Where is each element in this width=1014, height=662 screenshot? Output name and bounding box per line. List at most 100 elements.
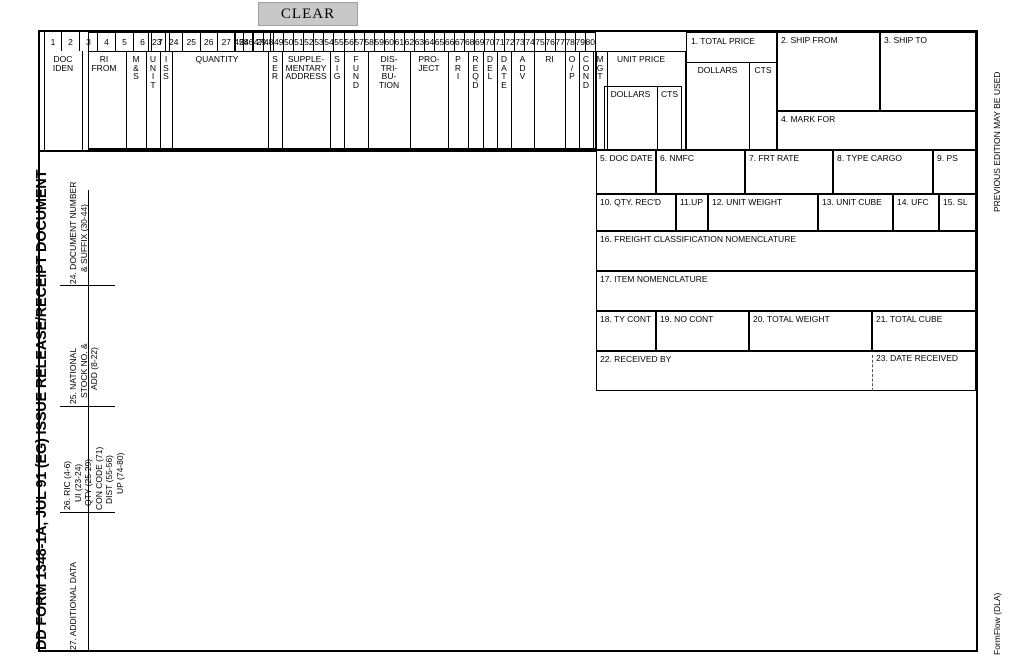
mark-for-box[interactable]: 4. MARK FOR <box>777 111 976 150</box>
card-col-60: 60 <box>385 32 395 51</box>
received-by-label: 22. RECEIVED BY <box>600 354 672 364</box>
total-cube-label: 21. TOTAL CUBE <box>876 314 943 324</box>
frt-rate-box[interactable]: 7. FRT RATE <box>745 150 833 194</box>
card-col-52: 52 <box>304 32 315 51</box>
card-col-70: 70 <box>485 32 496 51</box>
section-ric-block: 26. RIC (4-6) UI (23-24) QTY (25-29) CON… <box>62 447 125 510</box>
card-col-64: 64 <box>425 32 435 51</box>
card-field-label-unit: UNIT <box>149 54 157 90</box>
card-col-65: 65 <box>435 32 446 51</box>
total-price-cts-label: CTS <box>754 65 772 75</box>
total-weight-label: 20. TOTAL WEIGHT <box>753 314 830 324</box>
card-col-26: 26 <box>201 32 218 51</box>
card-field-label-cond: COND <box>582 54 590 90</box>
card-col-76: 76 <box>545 32 556 51</box>
qty-recd-box[interactable]: 10. QTY. REC'D <box>596 194 676 231</box>
ps-label: 9. PS <box>937 153 958 163</box>
card-field-label-sig: SIG <box>333 54 341 81</box>
nmfc-box[interactable]: 6. NMFC <box>656 150 745 194</box>
card-field-label-m-and-s: M & S <box>132 54 140 81</box>
card-col-1: 1 <box>44 32 62 51</box>
card-field-label-doc-iden: DOC IDEN <box>52 54 74 73</box>
total-price-cts-divider <box>749 62 750 150</box>
up-label: 11.UP <box>680 197 703 207</box>
type-cargo-box[interactable]: 8. TYPE CARGO <box>833 150 933 194</box>
card-field-label-reqd: REQD <box>472 54 479 90</box>
card-col-72: 72 <box>505 32 516 51</box>
section-additional-data: 27. ADDITIONAL DATA <box>68 561 78 650</box>
ship-to-box[interactable]: 3. SHIP TO <box>880 32 976 111</box>
no-cont-box[interactable]: 19. NO CONT <box>656 311 749 351</box>
freight-classification-box[interactable]: 16. FREIGHT CLASSIFICATION NOMENCLATURE <box>596 231 976 271</box>
card-col-80: 80 <box>586 32 596 51</box>
doc-date-box[interactable]: 5. DOC DATE <box>596 150 656 194</box>
card-col-66: 66 <box>445 32 456 51</box>
card-field-label-project: PRO- JECT <box>418 54 440 73</box>
unit-price-title: UNIT PRICE <box>616 54 666 64</box>
card-col-56: 56 <box>344 32 355 51</box>
ufc-box[interactable]: 14. UFC <box>893 194 939 231</box>
card-col-5: 5 <box>116 32 134 51</box>
card-field-label-distribution: DIS- TRI- BU- TION <box>378 54 400 90</box>
card-col-63: 63 <box>415 32 425 51</box>
left-label-sep-1 <box>60 406 115 407</box>
section-ric-line6: UP (74-80) <box>114 452 125 494</box>
card-col-57: 57 <box>354 32 365 51</box>
card-col-48: 48 <box>264 32 275 51</box>
card-field-label-del: DEL <box>486 54 494 81</box>
card-col-62: 62 <box>405 32 415 51</box>
card-field-label-op: O / P <box>568 54 576 81</box>
unit-price-cts-label: CTS <box>661 89 678 99</box>
unit-weight-box[interactable]: 12. UNIT WEIGHT <box>708 194 818 231</box>
card-field-divider-quantity <box>172 51 173 150</box>
unit-weight-label: 12. UNIT WEIGHT <box>712 197 783 207</box>
section-ric-line5: DIST (55-56) <box>104 455 114 504</box>
item-nomenclature-box[interactable]: 17. ITEM NOMENCLATURE <box>596 271 976 311</box>
item-nomenclature-label: 17. ITEM NOMENCLATURE <box>600 274 708 284</box>
date-received-label: 23. DATE RECEIVED <box>876 353 959 363</box>
section-national-stock: 25. NATIONAL STOCK NO. & ADD (8-22) <box>68 343 100 404</box>
received-by-split-line <box>872 355 873 391</box>
card-col-78: 78 <box>565 32 576 51</box>
card-field-divider-ri <box>534 51 535 150</box>
total-price-hdr-sep <box>686 62 777 63</box>
total-weight-box[interactable]: 20. TOTAL WEIGHT <box>749 311 872 351</box>
section-national-stock-line1: 25. NATIONAL <box>68 347 78 404</box>
card-colnum-baseline <box>88 51 596 52</box>
previous-edition-note: PREVIOUS EDITION MAY BE USED <box>992 71 1002 212</box>
up-box[interactable]: 11.UP <box>676 194 708 231</box>
sl-box[interactable]: 15. SL <box>939 194 976 231</box>
section-document-number: 24. DOCUMENT NUMBER & SUFFIX (30-44) <box>68 182 89 284</box>
unit-cube-label: 13. UNIT CUBE <box>822 197 882 207</box>
qty-recd-label: 10. QTY. REC'D <box>600 197 661 207</box>
card-field-label-fund: FUND <box>352 54 360 90</box>
card-field-label-ri: RI <box>545 54 554 64</box>
card-col-3: 3 <box>80 32 98 51</box>
card-col-69: 69 <box>475 32 486 51</box>
ship-from-box[interactable]: 2. SHIP FROM <box>777 32 880 111</box>
total-cube-box[interactable]: 21. TOTAL CUBE <box>872 311 976 351</box>
card-col-49: 49 <box>274 32 285 51</box>
total-price-box <box>686 32 777 150</box>
ps-box[interactable]: 9. PS <box>933 150 976 194</box>
clear-button[interactable]: CLEAR <box>258 2 358 26</box>
card-field-label-date: DATE <box>500 54 508 90</box>
card-col-51: 51 <box>294 32 305 51</box>
unit-cube-box[interactable]: 13. UNIT CUBE <box>818 194 893 231</box>
section-document-number-line2: & SUFFIX (30-44) <box>78 203 89 272</box>
card-col-47: 47 <box>254 32 265 51</box>
section-ric-line4: CON CODE (71) <box>93 446 104 510</box>
card-field-label-ser: SER <box>271 54 279 81</box>
nmfc-label: 6. NMFC <box>660 153 694 163</box>
type-cargo-label: 8. TYPE CARGO <box>837 153 903 163</box>
card-col-53: 53 <box>314 32 325 51</box>
card-col-24: 24 <box>166 32 183 51</box>
left-label-sep-2 <box>60 285 115 286</box>
card-col-74: 74 <box>525 32 536 51</box>
ty-cont-box[interactable]: 18. TY CONT <box>596 311 656 351</box>
ship-to-label: 3. SHIP TO <box>884 35 927 45</box>
card-field-label-adv: ADV <box>519 54 526 81</box>
section-ric-line1: 26. RIC (4-6) <box>62 460 72 510</box>
total-price-dollars-label: DOLLARS <box>697 65 738 75</box>
card-col-73: 73 <box>515 32 526 51</box>
